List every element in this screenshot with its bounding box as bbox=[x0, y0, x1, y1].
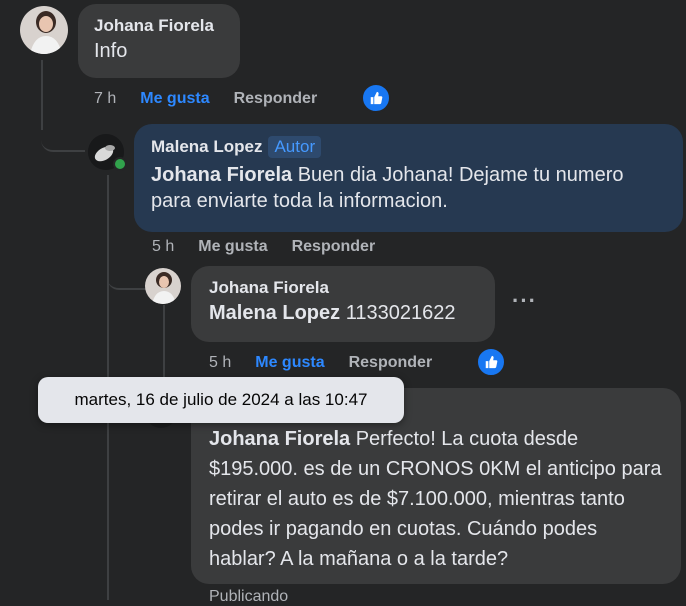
thread-elbow-1 bbox=[41, 110, 85, 152]
mention-link[interactable]: Malena Lopez bbox=[209, 302, 340, 324]
like-button[interactable]: Me gusta bbox=[198, 238, 267, 256]
mention-link[interactable]: Johana Fiorela bbox=[151, 164, 292, 186]
comment-actions-1: 7 h Me gusta Responder bbox=[94, 90, 341, 108]
comment-author[interactable]: Johana Fiorela bbox=[94, 16, 224, 36]
reply-button[interactable]: Responder bbox=[349, 354, 433, 372]
comment-time[interactable]: 5 h bbox=[209, 354, 231, 372]
thumbs-up-icon[interactable] bbox=[476, 347, 506, 377]
comment-author[interactable]: Malena Lopez bbox=[151, 137, 262, 157]
online-status-icon bbox=[113, 157, 127, 171]
comment-text: Malena Lopez 1133021622 bbox=[209, 300, 477, 326]
thumbs-up-icon[interactable] bbox=[361, 83, 391, 113]
comment-time[interactable]: 7 h bbox=[94, 90, 116, 108]
comment-message: 1133021622 bbox=[340, 302, 456, 324]
comment-text: Johana Fiorela Buen dia Johana! Dejame t… bbox=[151, 162, 666, 214]
avatar-johana[interactable] bbox=[20, 6, 68, 54]
comment-bubble-3: Johana Fiorela Malena Lopez 1133021622 bbox=[191, 266, 495, 342]
comment-text: Johana Fiorela Perfecto! La cuota desde … bbox=[209, 424, 663, 574]
comment-time[interactable]: 5 h bbox=[152, 238, 174, 256]
comment-bubble-2: Malena Lopez Autor Johana Fiorela Buen d… bbox=[134, 124, 683, 232]
like-button[interactable]: Me gusta bbox=[140, 90, 209, 108]
publishing-status: Publicando bbox=[209, 588, 289, 605]
comment-text: Info bbox=[94, 40, 128, 62]
thread-elbow-2 bbox=[107, 260, 147, 290]
mention-link[interactable]: Johana Fiorela bbox=[209, 428, 350, 450]
avatar-johana[interactable] bbox=[145, 268, 181, 304]
reply-button[interactable]: Responder bbox=[292, 238, 376, 256]
reply-button[interactable]: Responder bbox=[234, 90, 318, 108]
timestamp-tooltip: martes, 16 de julio de 2024 a las 10:47 bbox=[38, 377, 404, 423]
comment-bubble-1: Johana Fiorela Info bbox=[78, 4, 240, 78]
comment-actions-3: 5 h Me gusta Responder bbox=[209, 354, 456, 372]
comment-author[interactable]: Johana Fiorela bbox=[209, 278, 477, 298]
comment-actions-2: 5 h Me gusta Responder bbox=[152, 238, 399, 256]
more-options-icon[interactable]: ··· bbox=[512, 288, 537, 314]
like-button[interactable]: Me gusta bbox=[255, 354, 324, 372]
author-badge: Autor bbox=[268, 136, 322, 158]
